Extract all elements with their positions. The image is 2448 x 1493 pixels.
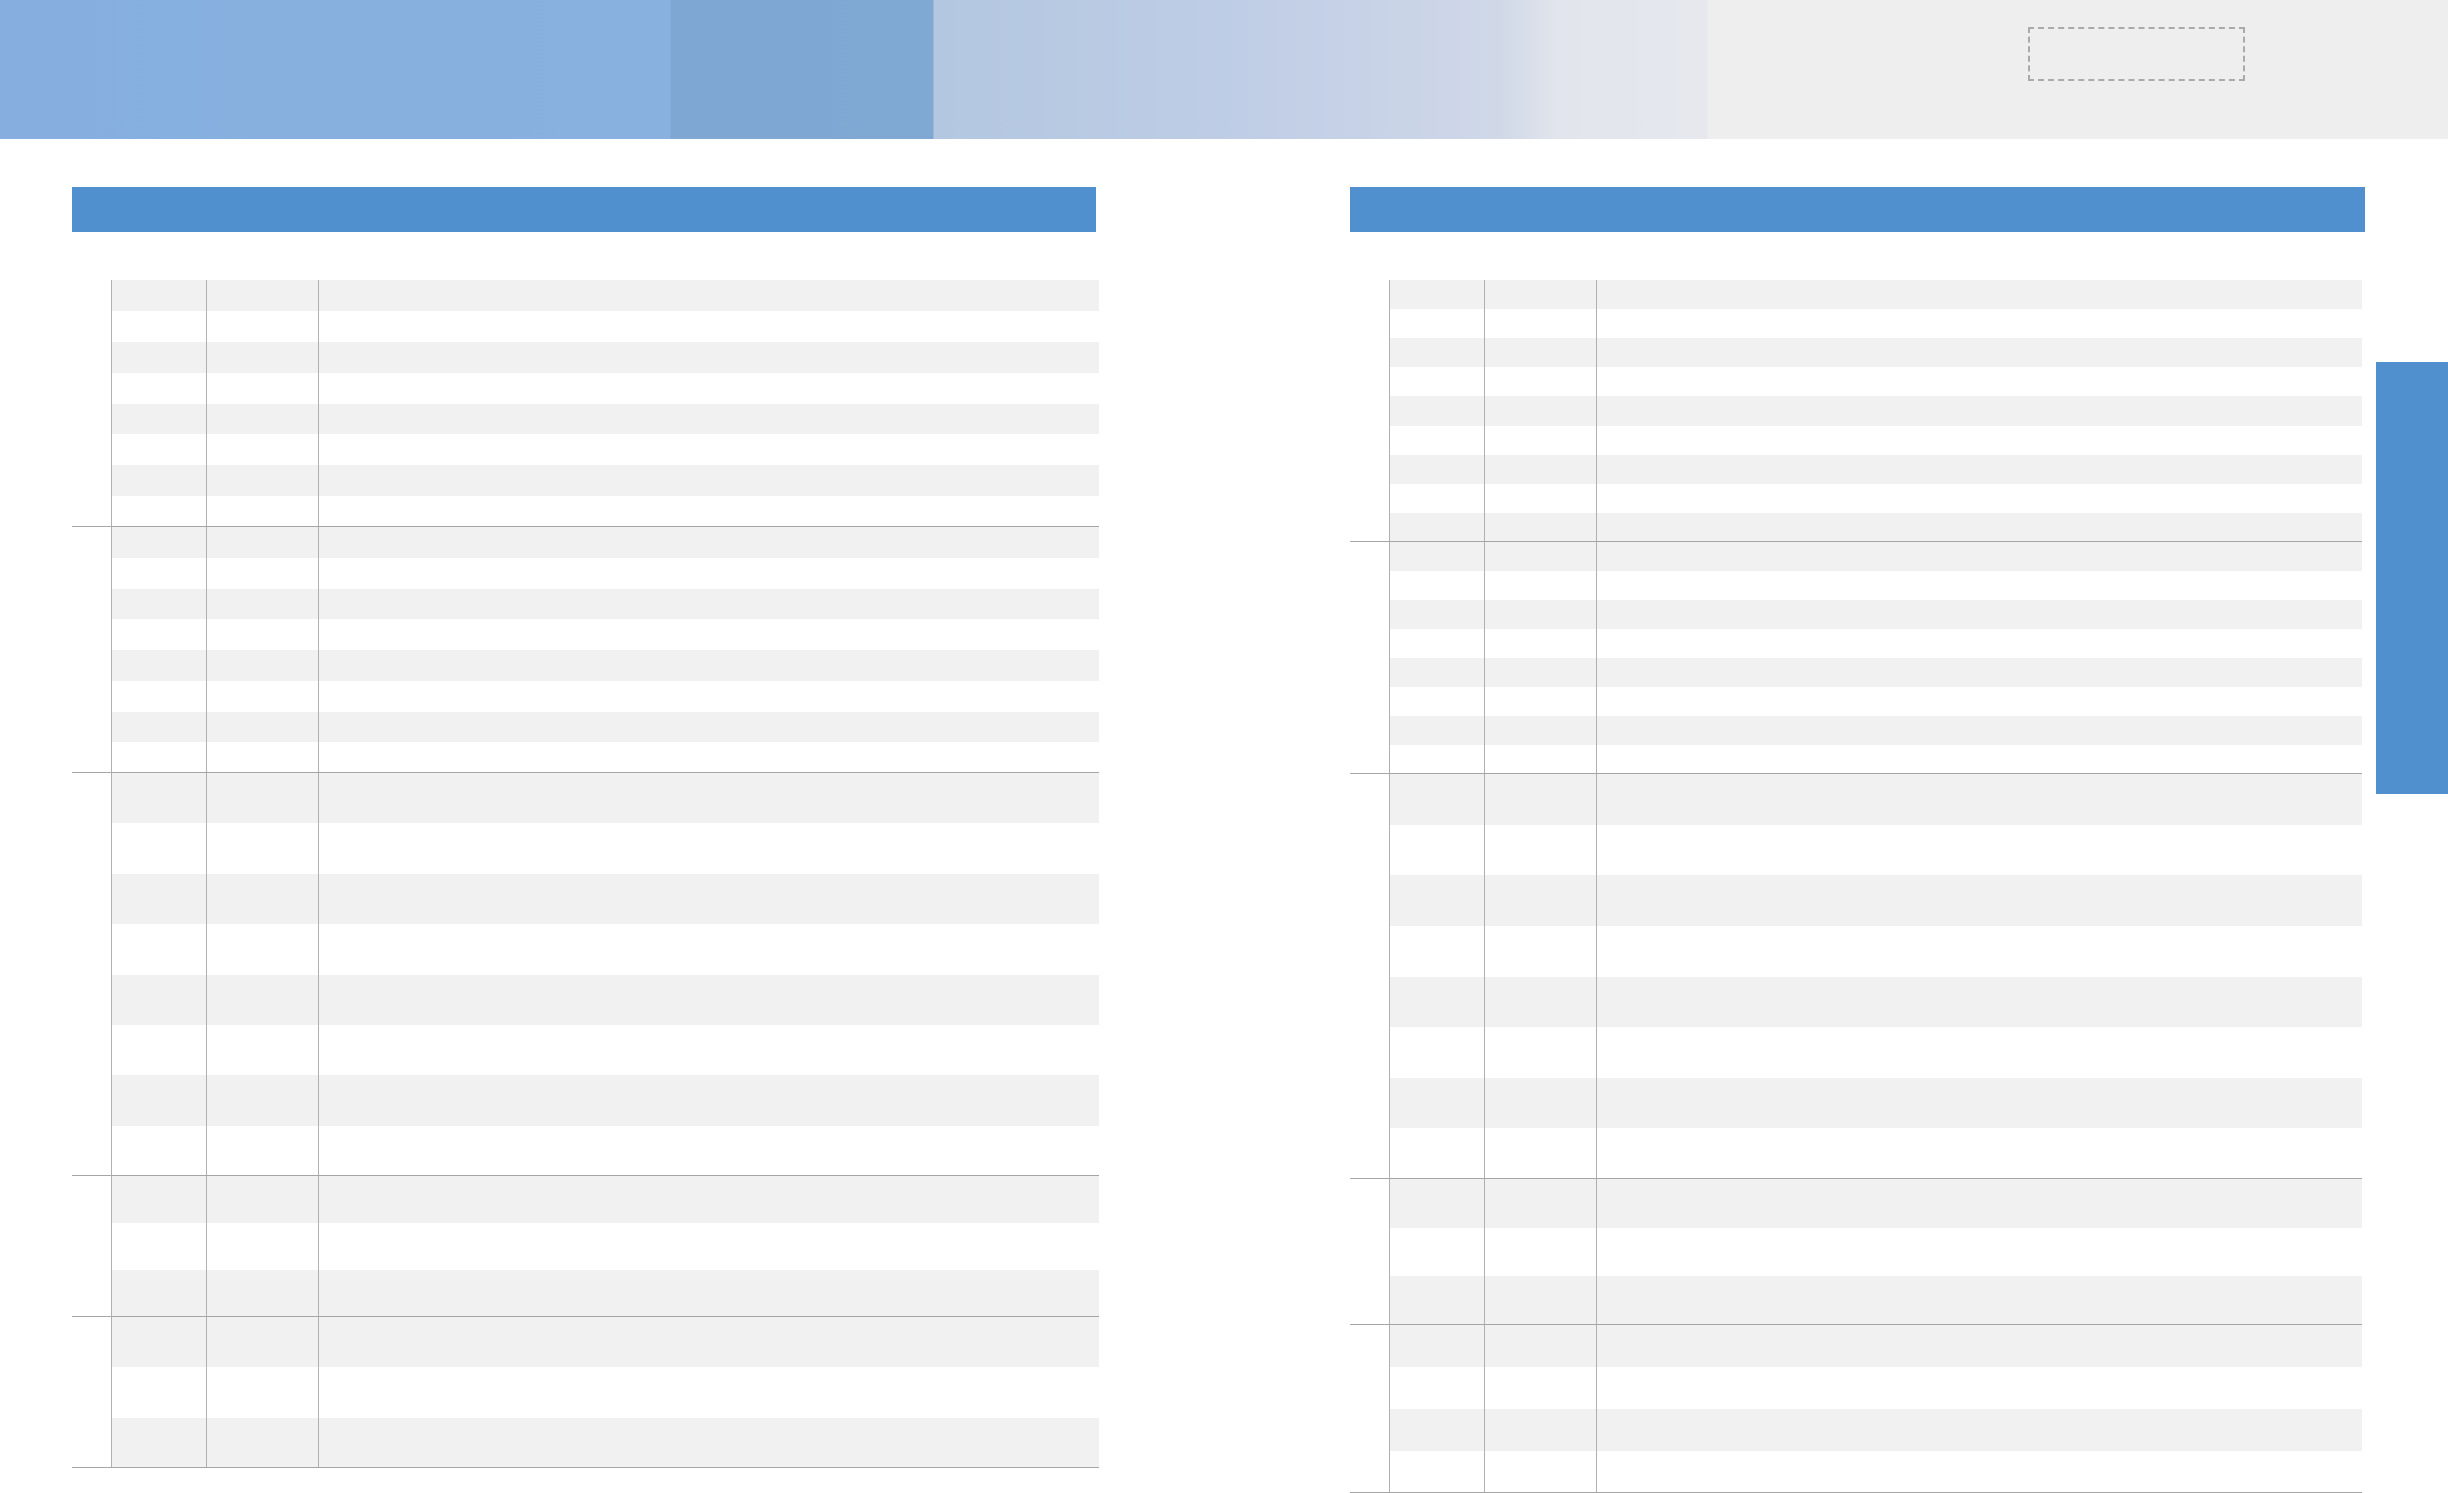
table-row — [112, 823, 1099, 873]
table-row — [112, 1126, 1099, 1176]
table-row — [112, 588, 1099, 620]
table-row — [1390, 396, 2362, 426]
table-row — [1390, 875, 2362, 926]
group-divider — [1350, 773, 2362, 774]
table-row — [112, 974, 1099, 1025]
table-row — [112, 711, 1099, 743]
table-row — [112, 1270, 1099, 1317]
table-row — [112, 496, 1099, 527]
table-row — [1390, 542, 2362, 571]
left-spec-table — [72, 280, 1099, 1468]
table-row — [1390, 1409, 2362, 1451]
right-section-header — [1350, 187, 2365, 232]
table-row — [112, 1317, 1099, 1368]
table-row — [1390, 571, 2362, 600]
table-row — [1390, 976, 2362, 1028]
group-divider — [1350, 541, 2362, 542]
table-row — [1390, 600, 2362, 629]
table-row — [1390, 367, 2362, 396]
table-row — [112, 280, 1099, 311]
table-row — [112, 1367, 1099, 1417]
table-row — [112, 465, 1099, 497]
table-row — [1390, 745, 2362, 774]
right-spec-table — [1350, 280, 2362, 1493]
table-row — [1390, 1228, 2362, 1277]
table-row — [112, 373, 1099, 404]
table-row — [112, 558, 1099, 589]
table-row — [1390, 1367, 2362, 1409]
table-row — [1390, 1451, 2362, 1493]
label-placeholder-box — [2028, 27, 2245, 81]
table-row — [1390, 338, 2362, 368]
table-row — [112, 527, 1099, 558]
table-row — [112, 434, 1099, 465]
group-divider — [72, 1316, 1099, 1317]
table-row — [1390, 512, 2362, 542]
table-row — [1390, 309, 2362, 338]
table-row — [1390, 629, 2362, 658]
left-section-header — [72, 187, 1096, 232]
column-divider — [1596, 280, 1597, 1493]
table-row — [112, 924, 1099, 974]
table-row — [112, 1075, 1099, 1126]
table-row — [112, 873, 1099, 925]
table-row — [1390, 1325, 2362, 1367]
column-divider — [206, 280, 207, 1468]
table-row — [1390, 658, 2362, 687]
group-divider — [1350, 1324, 2362, 1325]
table-row — [112, 341, 1099, 373]
table-row — [1390, 280, 2362, 310]
table-row — [112, 773, 1099, 824]
table-row — [112, 619, 1099, 650]
table-row — [1390, 825, 2362, 876]
table-row — [112, 1176, 1099, 1223]
table-row — [1390, 716, 2362, 745]
table-row — [112, 1417, 1099, 1468]
table-row — [112, 311, 1099, 342]
column-divider — [318, 280, 319, 1468]
group-divider — [1350, 1178, 2362, 1179]
table-row — [1390, 774, 2362, 825]
table-row — [112, 1025, 1099, 1075]
group-divider — [72, 772, 1099, 773]
column-divider — [1484, 280, 1485, 1493]
table-row — [1390, 1027, 2362, 1078]
table-row — [1390, 426, 2362, 455]
side-section-tab[interactable] — [2376, 362, 2448, 794]
table-row — [112, 650, 1099, 681]
table-row — [112, 403, 1099, 435]
group-divider — [72, 1175, 1099, 1176]
table-row — [1390, 1179, 2362, 1228]
table-row — [1390, 484, 2362, 513]
column-divider — [111, 280, 112, 1468]
table-row — [112, 742, 1099, 773]
column-divider — [1389, 280, 1390, 1493]
table-row — [1390, 454, 2362, 484]
header-banner — [0, 0, 2448, 139]
table-row — [112, 681, 1099, 712]
table-row — [1390, 1276, 2362, 1325]
table-row — [1390, 926, 2362, 977]
table-row — [1390, 1128, 2362, 1179]
group-divider — [72, 526, 1099, 527]
table-row — [112, 1223, 1099, 1270]
table-row — [1390, 687, 2362, 716]
table-row — [1390, 1077, 2362, 1129]
group-divider — [72, 1467, 1099, 1468]
